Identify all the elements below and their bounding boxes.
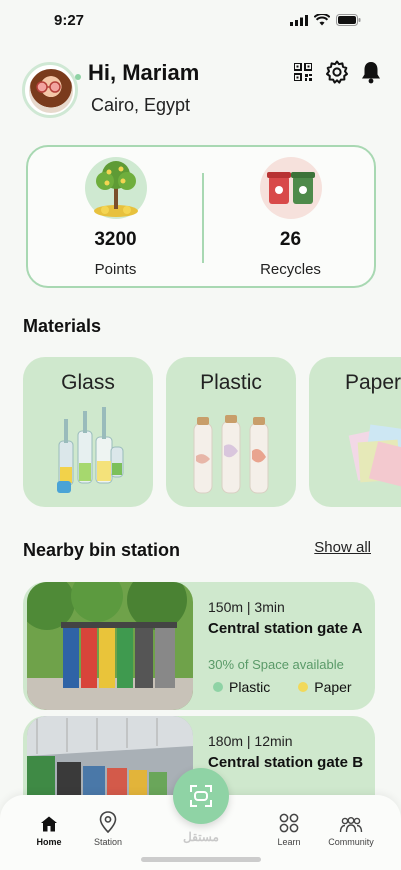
recycle-bins-icon bbox=[259, 157, 322, 219]
nav-community[interactable]: Community bbox=[316, 809, 386, 847]
nav-label: Station bbox=[93, 837, 123, 847]
tag-label: Paper bbox=[314, 679, 352, 695]
nav-label: Learn bbox=[277, 837, 301, 847]
header-actions bbox=[291, 60, 383, 84]
material-tag: Paper bbox=[298, 679, 352, 695]
station-card[interactable]: 150m | 3min Central station gate A 30% o… bbox=[23, 582, 375, 710]
recycles-stat: 26 Recycles bbox=[203, 147, 378, 290]
points-label: Points bbox=[94, 261, 137, 278]
points-stat: 3200 Points bbox=[28, 147, 203, 290]
user-location: Cairo, Egypt bbox=[91, 95, 191, 115]
material-tag: Plastic bbox=[213, 679, 270, 695]
station-space: 30% of Space available bbox=[208, 657, 344, 672]
gear-icon[interactable] bbox=[325, 60, 349, 84]
bell-icon[interactable] bbox=[359, 60, 383, 84]
nearby-heading: Nearby bin station bbox=[23, 540, 181, 560]
battery-icon bbox=[336, 14, 361, 26]
tag-label: Plastic bbox=[229, 679, 271, 695]
material-card-paper[interactable]: Paper bbox=[309, 357, 401, 507]
map-pin-icon bbox=[73, 809, 143, 833]
material-name: Glass bbox=[61, 371, 115, 394]
material-name: Paper bbox=[345, 371, 401, 394]
scan-button[interactable] bbox=[173, 768, 229, 824]
show-all-link[interactable]: Show all bbox=[314, 539, 371, 556]
materials-heading: Materials bbox=[23, 316, 102, 336]
qr-code-icon[interactable] bbox=[291, 60, 315, 84]
stats-card: 3200 Points 26 Recycles bbox=[26, 145, 376, 288]
home-indicator bbox=[141, 857, 261, 862]
recycles-label: Recycles bbox=[260, 261, 321, 278]
recycles-value: 26 bbox=[279, 229, 302, 250]
material-card-plastic[interactable]: Plastic bbox=[166, 357, 296, 507]
grid-icon bbox=[254, 809, 324, 833]
station-distance: 180m | 12min bbox=[208, 733, 293, 749]
money-tree-icon bbox=[84, 157, 147, 219]
station-name: Central station gate A bbox=[208, 620, 363, 637]
material-name: Plastic bbox=[200, 371, 262, 394]
station-photo bbox=[27, 582, 193, 710]
nav-station[interactable]: Station bbox=[73, 809, 143, 847]
signal-icon bbox=[290, 14, 308, 26]
sunglasses-icon bbox=[36, 81, 61, 93]
community-icon bbox=[316, 809, 386, 833]
paper-sheets-icon bbox=[348, 424, 401, 487]
tag-dot bbox=[298, 682, 309, 692]
watermark: مستقل bbox=[183, 830, 219, 844]
scan-icon bbox=[190, 785, 212, 807]
station-distance: 150m | 3min bbox=[208, 599, 285, 615]
points-value: 3200 bbox=[94, 229, 137, 250]
material-card-glass[interactable]: Glass bbox=[23, 357, 153, 507]
tag-dot bbox=[213, 682, 223, 692]
materials-carousel[interactable]: Glass Plastic Paper bbox=[23, 357, 401, 507]
nav-learn[interactable]: Learn bbox=[254, 809, 324, 847]
wifi-icon bbox=[314, 14, 330, 26]
online-indicator bbox=[75, 74, 81, 80]
station-materials: Plastic Paper bbox=[213, 679, 352, 695]
plastic-bottles-icon bbox=[193, 415, 269, 494]
avatar[interactable] bbox=[22, 62, 78, 118]
greeting: Hi, Mariam bbox=[88, 60, 200, 85]
status-icons bbox=[290, 14, 361, 26]
status-time: 9:27 bbox=[54, 12, 85, 29]
station-name: Central station gate B bbox=[208, 754, 364, 771]
nav-label: Community bbox=[328, 837, 374, 847]
status-bar: 9:27 bbox=[0, 0, 401, 40]
glass-bottles-icon bbox=[57, 407, 124, 493]
